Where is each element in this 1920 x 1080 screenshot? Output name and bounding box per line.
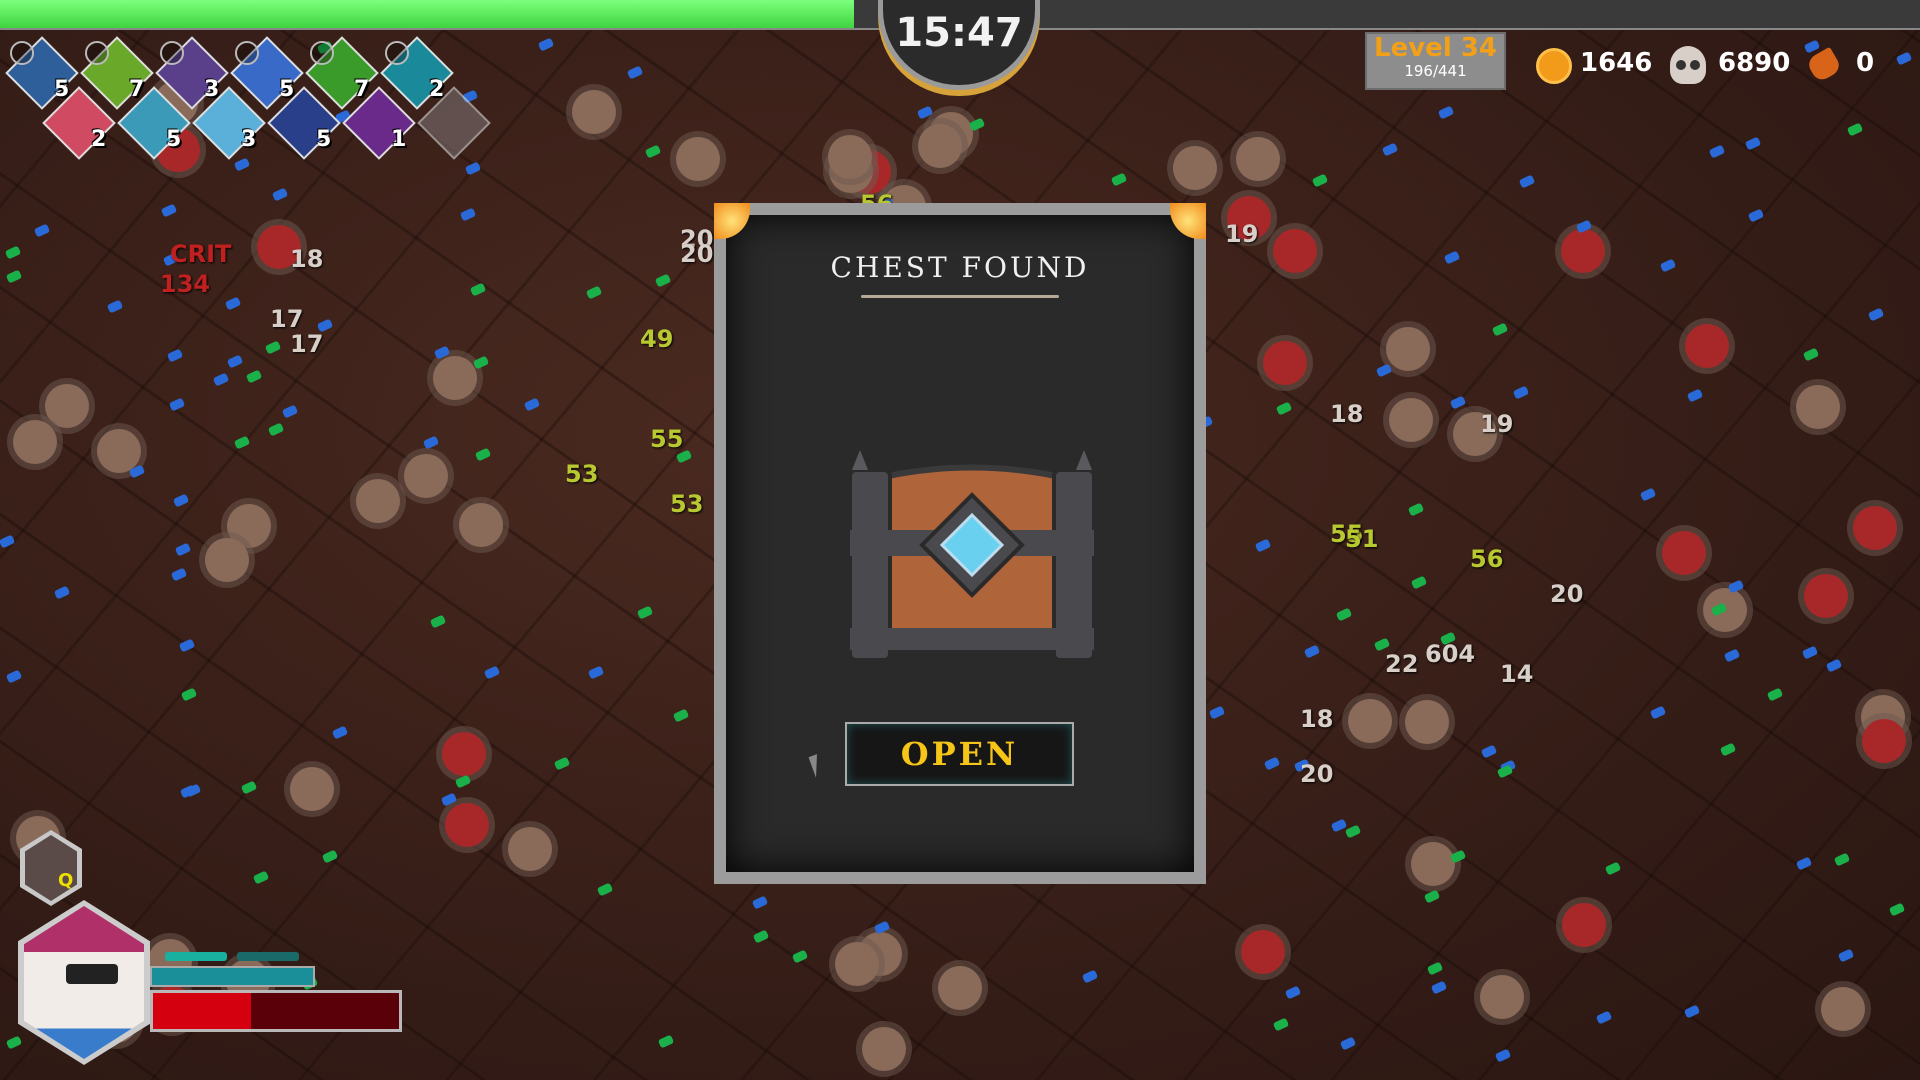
- enemy: [404, 453, 449, 498]
- enemy: [205, 538, 249, 583]
- enemy: [1272, 228, 1317, 273]
- damage-number: 53: [670, 490, 704, 518]
- enemy: [1803, 574, 1848, 619]
- damage-number: 18: [1300, 705, 1334, 733]
- level-panel: Level 34 196/441: [1365, 32, 1506, 90]
- dialog-title: CHEST FOUND: [830, 251, 1090, 284]
- damage-number: 20: [1300, 760, 1334, 788]
- mana-bar: [150, 966, 315, 987]
- cooldown-ring: [85, 41, 109, 65]
- enemy: [1662, 530, 1707, 575]
- damage-number: 18: [290, 245, 324, 273]
- damage-number: 22: [1385, 650, 1419, 678]
- gold-coin-icon: [1536, 48, 1572, 84]
- damage-number: 55: [650, 425, 684, 453]
- enemy: [444, 803, 489, 848]
- backpack-icon: [25, 835, 77, 901]
- damage-number: 17: [270, 305, 304, 333]
- enemy: [45, 383, 90, 428]
- enemy: [937, 966, 982, 1011]
- skill-level: 5: [316, 127, 332, 152]
- enemy: [1480, 974, 1525, 1019]
- enemy: [571, 89, 616, 134]
- enemy: [1347, 699, 1392, 744]
- enemy: [1820, 986, 1865, 1031]
- cooldown-ring: [160, 41, 184, 65]
- cooldown-ring: [310, 41, 334, 65]
- ability-hotkey: Q: [58, 870, 74, 891]
- damage-number: 18: [1330, 400, 1364, 428]
- skill-level: 5: [166, 127, 182, 152]
- xp-bar-fill: [0, 0, 855, 28]
- enemy: [1241, 929, 1286, 974]
- enemy: [675, 137, 720, 182]
- level-label: Level 34: [1374, 33, 1497, 63]
- health-bar-fill: [153, 993, 252, 1029]
- enemy: [1561, 903, 1606, 948]
- enemy: [1389, 397, 1434, 442]
- enemy: [432, 356, 477, 401]
- enemy: [1386, 326, 1430, 371]
- enemy: [1263, 340, 1308, 385]
- skill-level: 1: [391, 127, 407, 152]
- damage-number: CRIT: [170, 240, 232, 268]
- enemy: [1235, 136, 1280, 181]
- cooldown-ring: [235, 41, 259, 65]
- timer-text: 15:47: [895, 10, 1023, 56]
- damage-number: 19: [1225, 220, 1259, 248]
- dog-character-avatar: [24, 906, 144, 1059]
- enemy: [827, 135, 872, 180]
- corner-ornament: [1170, 203, 1206, 239]
- chest-found-dialog: CHEST FOUND OPEN: [714, 203, 1206, 884]
- gold-count: 1646: [1580, 48, 1653, 78]
- charge-pip: [237, 952, 299, 961]
- enemy: [1561, 228, 1606, 273]
- damage-number: 49: [640, 325, 674, 353]
- cooldown-ring: [385, 41, 409, 65]
- sunglasses: [66, 964, 118, 984]
- title-divider: [861, 295, 1059, 298]
- skill-level: 2: [91, 127, 107, 152]
- damage-number: 56: [1470, 545, 1504, 573]
- open-chest-button[interactable]: OPEN: [845, 722, 1074, 786]
- cooldown-ring: [10, 41, 34, 65]
- damage-number: 20: [680, 240, 714, 268]
- damage-number: 53: [565, 460, 599, 488]
- enemy: [458, 503, 503, 548]
- health-bar: [150, 990, 402, 1032]
- enemy: [1852, 505, 1897, 550]
- skull-icon: [1670, 46, 1706, 84]
- enemy: [508, 826, 553, 871]
- treasure-chest-icon: [848, 450, 1096, 662]
- corner-ornament: [714, 203, 750, 239]
- damage-number: 134: [160, 270, 211, 298]
- enemy: [13, 419, 58, 464]
- damage-number: 14: [1500, 660, 1534, 688]
- chest-count: 0: [1856, 48, 1875, 78]
- damage-number: 20: [1550, 580, 1584, 608]
- damage-number: 604: [1425, 640, 1476, 668]
- damage-number: 19: [1480, 410, 1514, 438]
- enemy: [861, 1027, 906, 1072]
- damage-number: 51: [1345, 525, 1379, 553]
- kill-count: 6890: [1718, 48, 1791, 78]
- xp-text: 196/441: [1404, 62, 1467, 80]
- skill-level: 3: [241, 127, 257, 152]
- enemy: [1862, 718, 1907, 763]
- enemy: [834, 942, 879, 987]
- enemy: [918, 124, 963, 169]
- enemy: [355, 479, 400, 524]
- damage-number: 17: [290, 330, 324, 358]
- charge-pip: [165, 952, 227, 961]
- enemy: [1795, 384, 1840, 429]
- enemy: [441, 731, 486, 776]
